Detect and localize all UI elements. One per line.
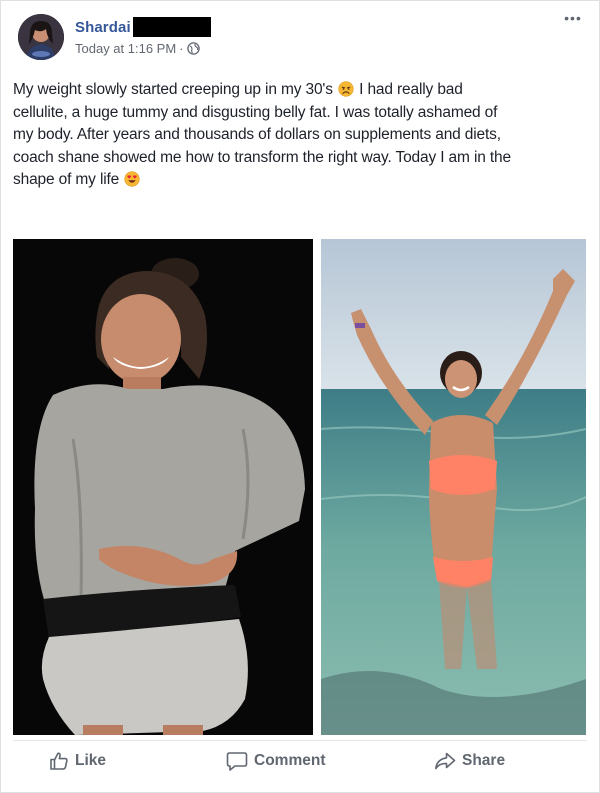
post-text-line: coach shane showed me how to transform t…	[13, 148, 511, 166]
comment-button[interactable]: Comment	[226, 745, 325, 777]
sad-face-emoji-icon	[338, 81, 354, 97]
post-text-segment: I had really bad	[354, 81, 463, 98]
share-arrow-icon	[435, 752, 456, 770]
comment-bubble-icon	[226, 752, 248, 771]
post-text-line: shape of my life	[13, 169, 587, 192]
thumbs-up-icon	[50, 752, 68, 770]
like-button[interactable]: Like	[49, 745, 106, 777]
post-text-line: my body. After years and thousands of do…	[13, 126, 501, 144]
globe-icon[interactable]	[186, 42, 200, 55]
after-photo[interactable]	[321, 239, 586, 735]
post-text-segment: My weight slowly started creeping up in …	[13, 81, 337, 98]
share-button[interactable]: Share	[434, 745, 505, 777]
comment-label: Comment	[254, 752, 326, 769]
author-name[interactable]: Shardai	[75, 19, 131, 36]
avatar[interactable]	[18, 14, 64, 60]
redacted-surname	[132, 17, 211, 37]
post-text-line: cellulite, a huge tummy and disgusting b…	[13, 103, 498, 121]
post-timestamp[interactable]: Today at 1:16 PM	[75, 41, 176, 56]
post-meta: Today at 1:16 PM ·	[75, 41, 200, 56]
post-card: Shardai Today at 1:16 PM · ••• My weight…	[0, 0, 600, 793]
before-photo[interactable]	[13, 239, 313, 735]
post-text-segment: shape of my life	[13, 171, 124, 189]
meta-separator: ·	[179, 41, 184, 56]
post-text-line: My weight slowly started creeping up in …	[13, 79, 587, 102]
more-options-button[interactable]: •••	[563, 11, 583, 25]
heart-eyes-emoji-icon	[124, 171, 140, 187]
share-label: Share	[462, 752, 506, 769]
author-row: Shardai	[75, 16, 211, 38]
post-text: My weight slowly started creeping up in …	[13, 79, 587, 192]
actions-divider	[13, 740, 587, 741]
like-label: Like	[75, 752, 107, 769]
